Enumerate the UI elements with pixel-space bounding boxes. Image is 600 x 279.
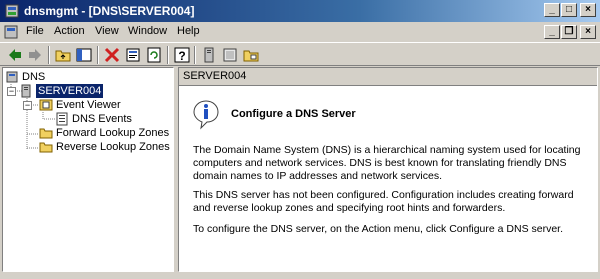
maximize-button[interactable]: □ — [561, 3, 577, 17]
dns-app-icon — [5, 4, 19, 18]
show-hide-tree-icon[interactable] — [75, 46, 93, 64]
menu-window[interactable]: Window — [128, 25, 167, 37]
tree-node-event-viewer[interactable]: Event Viewer — [39, 98, 159, 112]
forward-arrow-icon[interactable] — [26, 46, 44, 64]
toolbar-separator — [48, 46, 50, 64]
page-heading: Configure a DNS Server — [231, 108, 356, 120]
record-icon[interactable] — [242, 46, 260, 64]
details-body: Configure a DNS Server The Domain Name S… — [179, 86, 597, 271]
instruction-paragraph: To configure the DNS server, on the Acti… — [193, 223, 564, 235]
tree-node-dns-events[interactable]: DNS Events — [55, 112, 165, 126]
expand-collapse-toggle[interactable]: − — [7, 87, 16, 96]
mmc-console-icon — [4, 25, 18, 39]
menu-view[interactable]: View — [95, 25, 119, 37]
mdi-restore-button[interactable]: ❐ — [561, 25, 577, 39]
tree-node-server004[interactable]: SERVER004 — [19, 83, 139, 99]
info-icon — [193, 100, 219, 130]
toolbar-separator — [167, 46, 169, 64]
help-icon[interactable]: ? — [173, 46, 191, 64]
close-button[interactable]: × — [580, 3, 596, 17]
console-tree: DNS − SERVER004 − Event Viewer DNS Event… — [2, 67, 174, 272]
tree-label-server004: SERVER004 — [34, 83, 105, 99]
minimize-button[interactable]: _ — [544, 3, 560, 17]
zone-icon[interactable] — [221, 46, 239, 64]
tree-label-event-viewer: Event Viewer — [56, 99, 121, 111]
toolbar: ? — [0, 42, 600, 66]
tree-label-reverse-zones: Reverse Lookup Zones — [56, 141, 170, 153]
folder-icon — [39, 128, 53, 139]
menu-bar: File Action View Window Help — [0, 22, 600, 42]
status-paragraph: This DNS server has not been configured.… — [193, 189, 574, 214]
toolbar-separator — [194, 46, 196, 64]
window-title: dnsmgmt - [DNS\SERVER004] — [24, 4, 195, 18]
svg-text:?: ? — [178, 49, 185, 63]
mdi-close-button[interactable]: × — [580, 25, 596, 39]
properties-icon[interactable] — [124, 46, 142, 64]
tree-label-dns-events: DNS Events — [72, 113, 132, 125]
title-bar: dnsmgmt - [DNS\SERVER004] _ □ × — [0, 0, 600, 22]
tree-label-forward-zones: Forward Lookup Zones — [56, 127, 170, 139]
up-folder-icon[interactable] — [54, 46, 72, 64]
folder-icon — [39, 142, 53, 153]
tree-node-reverse-zones[interactable]: Reverse Lookup Zones — [39, 140, 173, 154]
back-arrow-icon[interactable] — [6, 46, 24, 64]
toolbar-separator — [97, 46, 99, 64]
description-paragraph: The Domain Name System (DNS) is a hierar… — [193, 144, 581, 182]
menu-help[interactable]: Help — [177, 25, 200, 37]
tree-node-forward-zones[interactable]: Forward Lookup Zones — [39, 126, 173, 140]
mdi-minimize-button[interactable]: _ — [544, 25, 560, 39]
log-icon — [56, 112, 68, 126]
details-header: SERVER004 — [179, 68, 597, 86]
menu-file[interactable]: File — [26, 25, 44, 37]
details-pane: SERVER004 Configure a DNS Server The Dom… — [178, 67, 598, 272]
menu-action[interactable]: Action — [54, 25, 85, 37]
refresh-icon[interactable] — [145, 46, 163, 64]
server-icon[interactable] — [200, 46, 218, 64]
expand-collapse-toggle[interactable]: − — [23, 101, 32, 110]
delete-icon[interactable] — [103, 46, 121, 64]
server-icon — [21, 84, 31, 98]
event-viewer-icon — [39, 99, 53, 111]
